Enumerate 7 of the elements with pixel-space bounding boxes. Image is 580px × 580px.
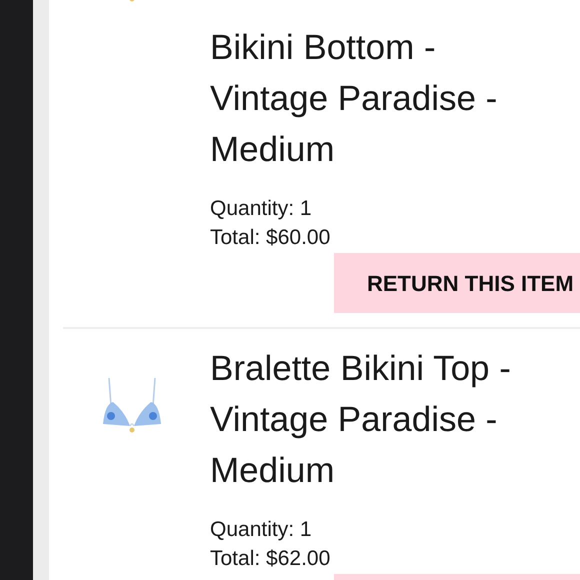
quantity-text: Quantity: 1 — [210, 196, 313, 222]
product-title: Bralette Bikini Top - Vintage Paradise - Medium — [210, 348, 512, 492]
total-text: Total: $62.00 — [210, 546, 332, 572]
quantity-text: Quantity: 1 — [210, 517, 313, 543]
return-button[interactable]: RETURN THIS ITEM — [334, 253, 580, 313]
total-text: Total: $60.00 — [210, 225, 332, 251]
product-title: Bikini Bottom - Vintage Paradise - Medium — [210, 27, 498, 171]
